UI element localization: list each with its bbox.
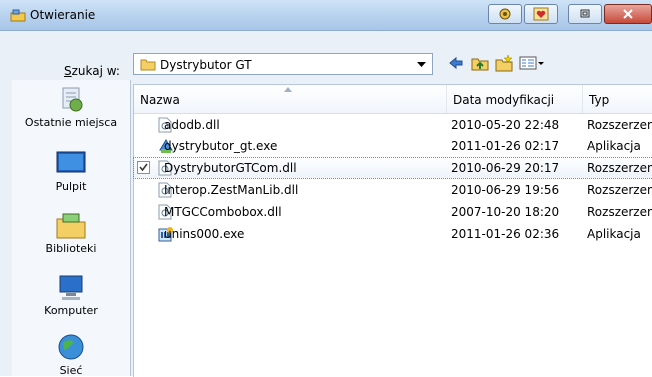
column-separator[interactable]: [446, 85, 447, 113]
place-label: Pulpit: [55, 180, 87, 193]
file-name: adodb.dll: [164, 118, 220, 132]
file-name: Interop.ZestManLib.dll: [164, 183, 299, 197]
file-type: Rozszerzenie aplikacji: [587, 205, 652, 219]
favorite-button[interactable]: [524, 4, 558, 24]
file-type: Aplikacja: [587, 139, 641, 153]
place-recent[interactable]: Ostatnie miejsca: [12, 84, 130, 129]
list-header: Nazwa Data modyfikacji Typ: [134, 85, 652, 114]
file-row-dystrybutorgtcom[interactable]: DystrybutorGTCom.dll 2010-06-29 20:17 Ro…: [133, 157, 652, 179]
desktop-icon: [56, 151, 86, 173]
look-in-value: Dystrybutor GT: [160, 58, 252, 72]
chevron-down-icon: [417, 62, 426, 67]
place-label: Biblioteki: [45, 242, 97, 255]
folder-icon: [140, 59, 156, 71]
file-date: 2010-06-29 20:17: [451, 161, 560, 175]
settings-icon: [499, 8, 511, 20]
place-computer[interactable]: Komputer: [12, 272, 130, 317]
file-name: unins000.exe: [164, 227, 245, 241]
column-date[interactable]: Data modyfikacji: [453, 93, 554, 107]
view-menu-button[interactable]: [519, 54, 545, 74]
heart-icon: [533, 7, 549, 21]
new-folder-button[interactable]: [495, 54, 515, 74]
window-title: Otwieranie: [30, 8, 96, 22]
file-list[interactable]: Nazwa Data modyfikacji Typ adodb.dll 201…: [133, 84, 652, 377]
column-type[interactable]: Typ: [589, 93, 609, 107]
up-folder-icon: [471, 58, 489, 71]
file-row-unins000[interactable]: unins000.exe 2011-01-26 02:36 Aplikacja: [134, 224, 652, 244]
restore-icon: [580, 9, 590, 18]
recent-places-icon: [62, 87, 83, 112]
places-bar: Ostatnie miejsca Pulpit Biblioteki Kompu…: [12, 80, 131, 377]
file-type: Rozszerzenie aplikacji: [587, 118, 652, 132]
file-row-mtgccombobox[interactable]: MTGCCombobox.dll 2007-10-20 18:20 Rozsze…: [134, 202, 652, 222]
file-row-dystrybutor-exe[interactable]: dystrybutor_gt.exe 2011-01-26 02:17 Apli…: [134, 136, 652, 156]
file-date: 2011-01-26 02:17: [451, 139, 560, 153]
file-name: DystrybutorGTCom.dll: [164, 161, 297, 175]
row-checkbox[interactable]: [137, 161, 150, 174]
file-date: 2007-10-20 18:20: [451, 205, 560, 219]
file-date: 2010-06-29 19:56: [451, 183, 560, 197]
title-bar: Otwieranie: [0, 0, 652, 31]
place-network[interactable]: Sieć: [12, 332, 130, 377]
file-date: 2011-01-26 02:36: [451, 227, 560, 241]
file-type: Rozszerzenie aplikacji: [587, 161, 652, 175]
place-libraries[interactable]: Biblioteki: [12, 210, 130, 255]
computer-icon: [59, 275, 83, 300]
look-in-combobox[interactable]: Dystrybutor GT: [133, 53, 433, 75]
new-folder-icon: [495, 54, 513, 72]
place-label: Komputer: [44, 304, 98, 317]
libraries-icon: [56, 213, 86, 239]
place-label: Sieć: [59, 364, 83, 377]
look-in-label: Szukaj w:: [64, 64, 120, 78]
place-label: Ostatnie miejsca: [24, 116, 118, 129]
open-dialog-icon: [10, 9, 26, 22]
file-row-interop[interactable]: Interop.ZestManLib.dll 2010-06-29 19:56 …: [134, 180, 652, 200]
back-button[interactable]: [447, 54, 467, 74]
up-folder-button[interactable]: [471, 54, 491, 74]
close-button[interactable]: [604, 4, 652, 24]
file-date: 2010-05-20 22:48: [451, 118, 560, 132]
file-type: Aplikacja: [587, 227, 641, 241]
back-arrow-icon: [449, 56, 463, 70]
file-row-adodb[interactable]: adodb.dll 2010-05-20 22:48 Rozszerzenie …: [134, 115, 652, 135]
file-name: MTGCCombobox.dll: [164, 205, 282, 219]
help-button[interactable]: [488, 4, 522, 24]
view-menu-icon: [519, 56, 544, 70]
sort-ascending-icon: [284, 87, 292, 92]
place-desktop[interactable]: Pulpit: [12, 148, 130, 193]
restore-button[interactable]: [568, 4, 602, 24]
network-icon: [58, 334, 84, 360]
file-name: dystrybutor_gt.exe: [164, 139, 278, 153]
file-type: Rozszerzenie aplikacji: [587, 183, 652, 197]
checkmark-icon: [139, 163, 148, 172]
column-name[interactable]: Nazwa: [140, 93, 180, 107]
close-icon: [623, 9, 633, 19]
column-separator[interactable]: [582, 85, 583, 113]
